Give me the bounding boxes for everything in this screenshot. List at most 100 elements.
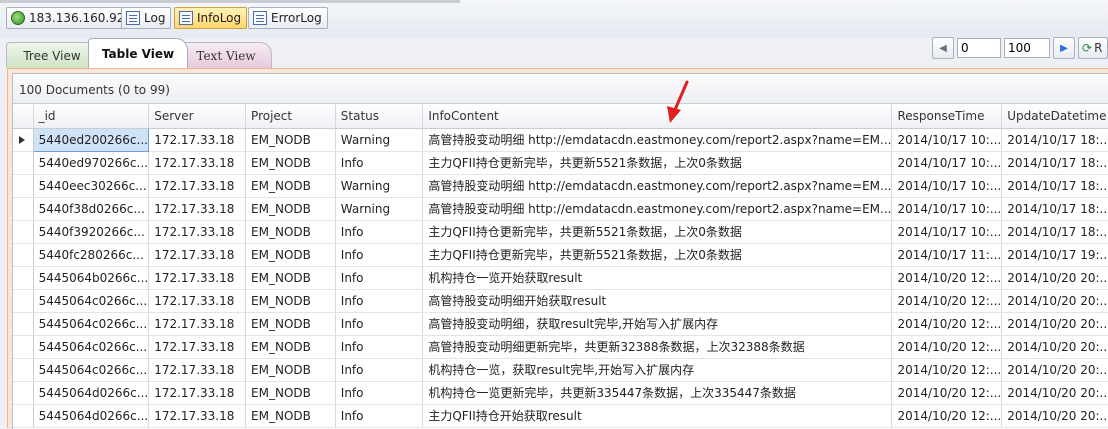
cell-id[interactable]: 5440f38d0266c... (33, 197, 150, 221)
cell-responsetime[interactable]: 2014/10/20 12:... (891, 404, 1003, 428)
column-header-id[interactable]: _id (33, 104, 150, 129)
table-row[interactable]: 5445064d0266c... 172.17.33.18 EM_NODB Info 机… (13, 381, 1108, 405)
cell-responsetime[interactable]: 2014/10/17 11:... (891, 243, 1003, 267)
cell-status[interactable]: Info (335, 266, 424, 290)
cell-id[interactable]: 5445064d0266c... (33, 404, 150, 428)
cell-status[interactable]: Info (335, 358, 424, 382)
cell-project[interactable]: EM_NODB (245, 197, 336, 221)
cell-updatedatetime[interactable]: 2014/10/20 20:... (1001, 312, 1108, 336)
cell-responsetime[interactable]: 2014/10/17 10:... (891, 128, 1003, 152)
cell-responsetime[interactable]: 2014/10/20 12:... (891, 358, 1003, 382)
cell-updatedatetime[interactable]: 2014/10/17 18:... (1001, 128, 1108, 152)
cell-status[interactable]: Warning (335, 197, 424, 221)
cell-project[interactable]: EM_NODB (245, 128, 336, 152)
cell-status[interactable]: Info (335, 404, 424, 428)
cell-infocontent[interactable]: 高管持股变动明细 http://emdatacdn.eastmoney.com/… (422, 174, 893, 198)
cell-id[interactable]: 5440ed200266c... (32, 127, 150, 152)
cell-project[interactable]: EM_NODB (245, 335, 336, 359)
cell-responsetime[interactable]: 2014/10/20 12:... (891, 266, 1003, 290)
cell-project[interactable]: EM_NODB (245, 404, 336, 428)
cell-project[interactable]: EM_NODB (245, 174, 336, 198)
table-row[interactable]: 5445064c0266c... 172.17.33.18 EM_NODB Info 高… (13, 312, 1108, 336)
skip-input[interactable] (957, 38, 1001, 58)
cell-id[interactable]: 5445064b0266c... (33, 266, 150, 290)
cell-updatedatetime[interactable]: 2014/10/17 19:... (1001, 243, 1108, 267)
table-row[interactable]: 5440f3920266c... 172.17.33.18 EM_NODB Info 主… (13, 220, 1108, 244)
cell-server[interactable]: 172.17.33.18 (148, 197, 247, 221)
cell-server[interactable]: 172.17.33.18 (148, 174, 247, 198)
row-selector[interactable] (13, 312, 34, 336)
column-header-responsetime[interactable]: ResponseTime (891, 104, 1003, 129)
cell-updatedatetime[interactable]: 2014/10/20 20:... (1001, 266, 1108, 290)
cell-infocontent[interactable]: 高管持股变动明细 http://emdatacdn.eastmoney.com/… (422, 197, 893, 221)
cell-responsetime[interactable]: 2014/10/17 10:... (891, 174, 1003, 198)
table-row[interactable]: 5440fc280266c... 172.17.33.18 EM_NODB Info 主… (13, 243, 1108, 267)
cell-status[interactable]: Info (335, 151, 424, 175)
cell-id[interactable]: 5440ed970266c... (33, 151, 150, 175)
column-header-server[interactable]: Server (148, 104, 247, 129)
cell-infocontent[interactable]: 机构持仓一览，获取result完毕,开始写入扩展内存 (422, 358, 893, 382)
cell-updatedatetime[interactable]: 2014/10/17 18:... (1001, 197, 1108, 221)
cell-updatedatetime[interactable]: 2014/10/20 20:... (1001, 289, 1108, 313)
table-row[interactable]: 5440ed970266c... 172.17.33.18 EM_NODB Info 主… (13, 151, 1108, 175)
cell-server[interactable]: 172.17.33.18 (148, 358, 247, 382)
row-selector[interactable] (13, 381, 34, 405)
cell-id[interactable]: 5445064c0266c... (33, 358, 150, 382)
cell-status[interactable]: Warning (335, 174, 424, 198)
cell-infocontent[interactable]: 高管持股变动明细开始获取result (422, 289, 893, 313)
column-header-infocontent[interactable]: InfoContent (422, 104, 893, 129)
cell-infocontent[interactable]: 高管持股变动明细，获取result完毕,开始写入扩展内存 (422, 312, 893, 336)
row-selector[interactable] (13, 358, 34, 382)
cell-infocontent[interactable]: 机构持仓一览更新完毕，共更新335447条数据，上次335447条数据 (422, 381, 893, 405)
cell-id[interactable]: 5440f3920266c... (33, 220, 150, 244)
cell-responsetime[interactable]: 2014/10/20 12:... (891, 312, 1003, 336)
cell-updatedatetime[interactable]: 2014/10/17 18:... (1001, 151, 1108, 175)
cell-updatedatetime[interactable]: 2014/10/20 20:... (1001, 404, 1108, 428)
cell-updatedatetime[interactable]: 2014/10/20 20:... (1001, 381, 1108, 405)
tab-text-view[interactable]: Text View (180, 42, 272, 68)
cell-id[interactable]: 5440fc280266c... (33, 243, 150, 267)
cell-server[interactable]: 172.17.33.18 (148, 151, 247, 175)
tab-table-view[interactable]: Table View (88, 38, 188, 68)
cell-updatedatetime[interactable]: 2014/10/20 20:... (1001, 335, 1108, 359)
cell-status[interactable]: Info (335, 243, 424, 267)
refresh-button[interactable]: ⟳ R (1078, 37, 1108, 59)
cell-server[interactable]: 172.17.33.18 (148, 312, 247, 336)
cell-id[interactable]: 5440eec30266c... (33, 174, 150, 198)
row-selector[interactable] (13, 174, 34, 198)
cell-project[interactable]: EM_NODB (245, 243, 336, 267)
column-header-status[interactable]: Status (335, 104, 424, 129)
cell-project[interactable]: EM_NODB (245, 151, 336, 175)
log-button[interactable]: Log (121, 7, 172, 29)
cell-status[interactable]: Info (335, 312, 424, 336)
row-selector[interactable] (13, 289, 34, 313)
cell-responsetime[interactable]: 2014/10/20 12:... (891, 335, 1003, 359)
cell-infocontent[interactable]: 机构持仓一览开始获取result (422, 266, 893, 290)
errorlog-button[interactable]: ErrorLog (248, 7, 328, 29)
row-selector[interactable] (13, 335, 34, 359)
table-row[interactable]: 5440eec30266c... 172.17.33.18 EM_NODB Warni… (13, 174, 1108, 198)
table-row[interactable]: 5445064c0266c... 172.17.33.18 EM_NODB Info 高… (13, 289, 1108, 313)
cell-id[interactable]: 5445064c0266c... (33, 335, 150, 359)
row-selector[interactable] (13, 243, 34, 267)
column-header-updatedatetime[interactable]: UpdateDatetime (1001, 104, 1108, 129)
row-selector[interactable] (13, 128, 34, 152)
tab-tree-view[interactable]: Tree View (6, 42, 98, 68)
table-row[interactable]: 5445064c0266c... 172.17.33.18 EM_NODB Info 高… (13, 335, 1108, 359)
table-row[interactable]: 5440ed200266c... 172.17.33.18 EM_NODB Warni… (13, 127, 1108, 152)
cell-project[interactable]: EM_NODB (245, 266, 336, 290)
previous-page-button[interactable]: ◀ (932, 37, 954, 59)
cell-status[interactable]: Info (335, 335, 424, 359)
cell-responsetime[interactable]: 2014/10/20 12:... (891, 289, 1003, 313)
table-row[interactable]: 5445064c0266c... 172.17.33.18 EM_NODB Info 机… (13, 358, 1108, 382)
cell-server[interactable]: 172.17.33.18 (148, 381, 247, 405)
cell-responsetime[interactable]: 2014/10/17 10:... (891, 197, 1003, 221)
column-header-project[interactable]: Project (245, 104, 336, 129)
cell-server[interactable]: 172.17.33.18 (148, 335, 247, 359)
cell-infocontent[interactable]: 高管持股变动明细 http://emdatacdn.eastmoney.com/… (422, 128, 893, 152)
cell-id[interactable]: 5445064c0266c... (33, 312, 150, 336)
cell-infocontent[interactable]: 主力QFII持仓更新完毕，共更新5521条数据，上次0条数据 (422, 220, 893, 244)
cell-server[interactable]: 172.17.33.18 (148, 289, 247, 313)
cell-server[interactable]: 172.17.33.18 (148, 243, 247, 267)
cell-responsetime[interactable]: 2014/10/17 10:... (891, 220, 1003, 244)
